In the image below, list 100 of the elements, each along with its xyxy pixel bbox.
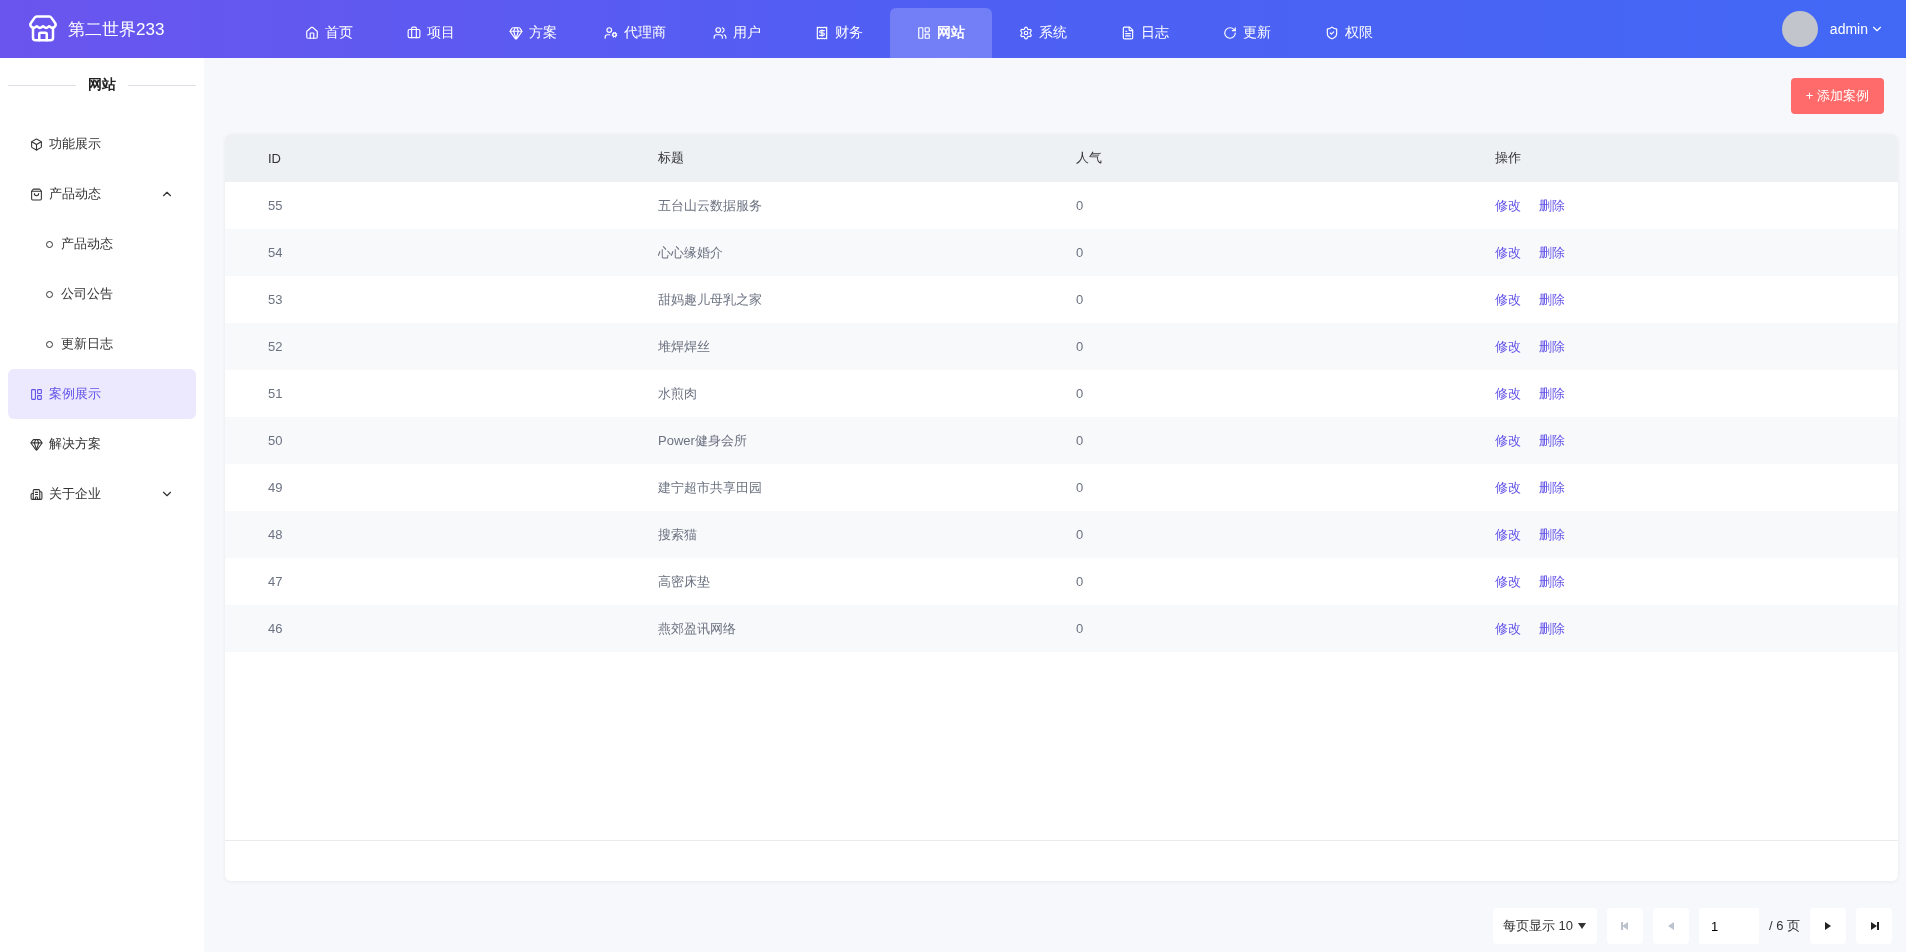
edit-link[interactable]: 修改 [1495, 196, 1521, 215]
edit-link[interactable]: 修改 [1495, 243, 1521, 262]
nav-tab[interactable]: 权限 [1298, 8, 1400, 58]
table-cell-text: 甜妈趣儿母乳之家 [658, 290, 763, 309]
delete-link[interactable]: 删除 [1539, 384, 1565, 403]
delete-link[interactable]: 删除 [1539, 243, 1565, 262]
edit-link[interactable]: 修改 [1495, 525, 1521, 544]
diamond-icon [509, 26, 523, 40]
first-page-icon [1619, 921, 1630, 931]
sidebar-item[interactable]: 产品动态 [8, 169, 196, 219]
table-cell-text: 0 [1076, 198, 1085, 213]
sidebar-subitem[interactable]: 更新日志 [8, 319, 196, 369]
table-cell-text: 建宁超市共享田园 [658, 478, 763, 497]
column-header: 人气 [1076, 149, 1103, 167]
table-cell-text: 水煎肉 [658, 384, 698, 403]
table-cell-text: 55 [268, 198, 284, 213]
column-header: ID [268, 150, 282, 166]
table-cell-text: 堆焊焊丝 [658, 337, 711, 356]
bag-icon [30, 187, 43, 201]
nav-tab[interactable]: 代理商 [584, 8, 686, 58]
table-cell-text: 54 [268, 245, 284, 260]
brand-name: 第二世界233 [68, 18, 165, 41]
table-cell-text: 52 [268, 339, 284, 354]
table-cell-text: 0 [1076, 527, 1085, 542]
table-cell-text: 49 [268, 480, 284, 495]
nav-tab[interactable]: 首页 [278, 8, 380, 58]
edit-link[interactable]: 修改 [1495, 337, 1521, 356]
table-cell-text: 0 [1076, 621, 1085, 636]
table-cell-text: 48 [268, 527, 284, 542]
table-cell-text: 46 [268, 621, 284, 636]
user-menu[interactable]: admin [1829, 21, 1884, 37]
refresh-icon [1223, 26, 1237, 40]
edit-link[interactable]: 修改 [1495, 431, 1521, 450]
sidebar-subitem[interactable]: 产品动态 [8, 219, 196, 269]
table-cell-text: 0 [1076, 386, 1085, 401]
layout-icon [917, 26, 931, 40]
add-case-button[interactable]: + 添加案例 [1790, 78, 1884, 114]
user-icon [604, 26, 618, 40]
nav-tab[interactable]: 项目 [380, 8, 482, 58]
table-cell-text: 50 [268, 433, 284, 448]
delete-link[interactable]: 删除 [1539, 572, 1565, 591]
sidebar-item[interactable]: 案例展示 [8, 369, 196, 419]
diamond-icon [30, 437, 43, 451]
page-input[interactable]: 1 [1698, 908, 1759, 944]
table-cell-text: 0 [1076, 480, 1085, 495]
table-cell-text: 心心缘婚介 [658, 243, 724, 262]
table-cell-text: 47 [268, 574, 284, 589]
nav-tab[interactable]: 财务 [788, 8, 890, 58]
table-cell-text: Power健身会所 [658, 431, 748, 450]
nav-tab[interactable]: 系统 [992, 8, 1094, 58]
nav-tab[interactable]: 网站 [890, 8, 992, 58]
next-page-button[interactable] [1810, 908, 1846, 944]
edit-link[interactable]: 修改 [1495, 290, 1521, 309]
edit-link[interactable]: 修改 [1495, 478, 1521, 497]
last-page-button[interactable] [1856, 908, 1892, 944]
briefcase-icon [407, 26, 421, 40]
document-icon [1121, 26, 1135, 40]
table-cell-text: 0 [1076, 292, 1085, 307]
delete-link[interactable]: 删除 [1539, 337, 1565, 356]
edit-link[interactable]: 修改 [1495, 384, 1521, 403]
table-cell-text: 0 [1076, 433, 1085, 448]
store-logo-icon [28, 14, 58, 44]
sidebar-subitem[interactable]: 公司公告 [8, 269, 196, 319]
table-cell-text: 0 [1076, 339, 1085, 354]
page-total: / 6 页 [1768, 917, 1800, 935]
users-icon [713, 26, 727, 40]
shield-icon [1325, 26, 1339, 40]
sidebar-item[interactable]: 关于企业 [8, 469, 196, 519]
home-icon [305, 26, 319, 40]
delete-link[interactable]: 删除 [1539, 431, 1565, 450]
table-cell-text: 0 [1076, 245, 1085, 260]
avatar[interactable] [1781, 11, 1818, 47]
page-size-select[interactable]: 每页显示 10 [1492, 908, 1597, 944]
last-page-icon [1869, 921, 1879, 931]
caret-icon [1576, 921, 1587, 931]
nav-tab[interactable]: 更新 [1196, 8, 1298, 58]
next-page-icon [1823, 921, 1833, 931]
nav-tab[interactable]: 方案 [482, 8, 584, 58]
sidebar-item[interactable]: 解决方案 [8, 419, 196, 469]
nav-tab[interactable]: 日志 [1094, 8, 1196, 58]
building-icon [30, 487, 43, 501]
delete-link[interactable]: 删除 [1539, 478, 1565, 497]
delete-link[interactable]: 删除 [1539, 525, 1565, 544]
delete-link[interactable]: 删除 [1539, 196, 1565, 215]
table-cell-text: 燕郊盈讯网络 [658, 619, 737, 638]
sidebar-title: 网站 [88, 76, 116, 94]
delete-link[interactable]: 删除 [1539, 290, 1565, 309]
settings-icon [1019, 26, 1033, 40]
table-cell-text: 53 [268, 292, 284, 307]
delete-link[interactable]: 删除 [1539, 619, 1565, 638]
receipt-icon [815, 26, 829, 40]
edit-link[interactable]: 修改 [1495, 619, 1521, 638]
sidebar-item[interactable]: 功能展示 [8, 119, 196, 169]
nav-tab[interactable]: 用户 [686, 8, 788, 58]
column-header: 标题 [658, 149, 685, 167]
edit-link[interactable]: 修改 [1495, 572, 1521, 591]
table-cell-text: 0 [1076, 574, 1085, 589]
column-header: 操作 [1495, 149, 1522, 167]
table-cell-text: 五台山云数据服务 [658, 196, 763, 215]
table-cell-text: 51 [268, 386, 284, 401]
